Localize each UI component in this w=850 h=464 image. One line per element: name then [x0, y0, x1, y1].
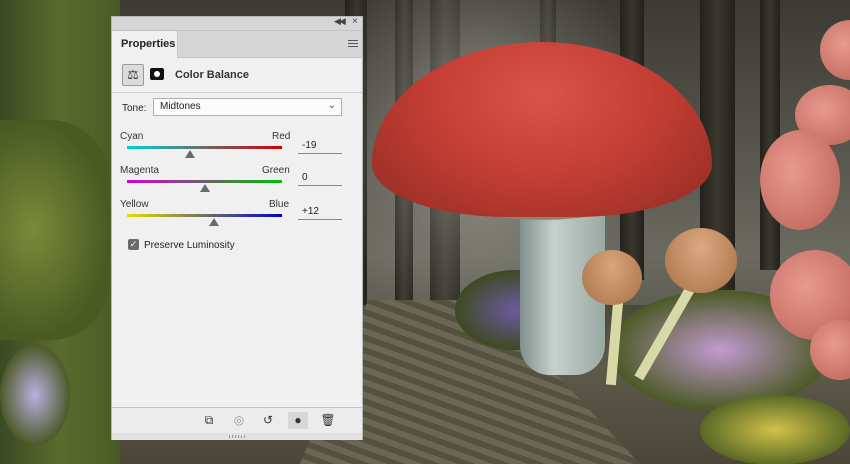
clip-to-layer-icon[interactable]: ⧉: [199, 412, 219, 429]
magenta-green-slider-track[interactable]: [127, 180, 282, 183]
close-icon[interactable]: ×: [352, 16, 358, 27]
chevron-down-icon: ⌄: [327, 100, 336, 111]
preserve-luminosity-checkbox[interactable]: ✓: [128, 239, 139, 250]
yellow-blue-slider-thumb[interactable]: [208, 218, 219, 226]
balance-scale-icon[interactable]: ⚖: [122, 64, 144, 86]
panel-bottom-toolbar: ⧉ ◎ ↺ ● 🗑: [112, 407, 362, 433]
tab-properties[interactable]: Properties: [112, 31, 178, 58]
tone-select[interactable]: Midtones ⌄: [153, 98, 342, 116]
panel-resize-grip[interactable]: [112, 433, 362, 440]
cyan-red-value-field[interactable]: -19: [298, 139, 342, 154]
layer-mask-icon[interactable]: [150, 68, 164, 80]
toggle-visibility-icon[interactable]: ●: [288, 412, 308, 429]
reset-icon[interactable]: ↺: [258, 412, 278, 429]
properties-panel: ◀◀ × Properties ⚖ Color Balance Tone: Mi…: [111, 16, 363, 440]
panel-titlebar[interactable]: ◀◀ ×: [112, 16, 362, 31]
slider-red-label: Red: [272, 131, 291, 142]
tone-label: Tone:: [122, 103, 147, 114]
slider-blue-label: Blue: [269, 199, 290, 210]
tone-select-value: Midtones: [160, 101, 201, 112]
magenta-green-slider-thumb[interactable]: [199, 184, 210, 192]
yellow-blue-slider-track[interactable]: [127, 214, 282, 217]
panel-tabstrip: Properties: [112, 31, 362, 58]
slider-cyan-label: Cyan: [120, 131, 144, 142]
hamburger-menu-icon[interactable]: [348, 40, 358, 48]
yellow-blue-value-field[interactable]: +12: [298, 205, 342, 220]
slider-yellow-label: Yellow: [120, 199, 149, 210]
view-previous-state-icon[interactable]: ◎: [229, 412, 249, 429]
double-chevron-left-icon[interactable]: ◀◀: [334, 16, 346, 27]
cyan-red-slider-thumb[interactable]: [184, 150, 195, 158]
delete-icon[interactable]: 🗑: [318, 412, 338, 429]
slider-magenta-label: Magenta: [120, 165, 159, 176]
cyan-red-slider-track[interactable]: [127, 146, 282, 149]
adjustment-title: Color Balance: [175, 69, 249, 81]
preserve-luminosity-label: Preserve Luminosity: [144, 240, 235, 251]
magenta-green-value-field[interactable]: 0: [298, 171, 342, 186]
adjustment-header: ⚖ Color Balance: [112, 58, 362, 93]
slider-green-label: Green: [262, 165, 290, 176]
